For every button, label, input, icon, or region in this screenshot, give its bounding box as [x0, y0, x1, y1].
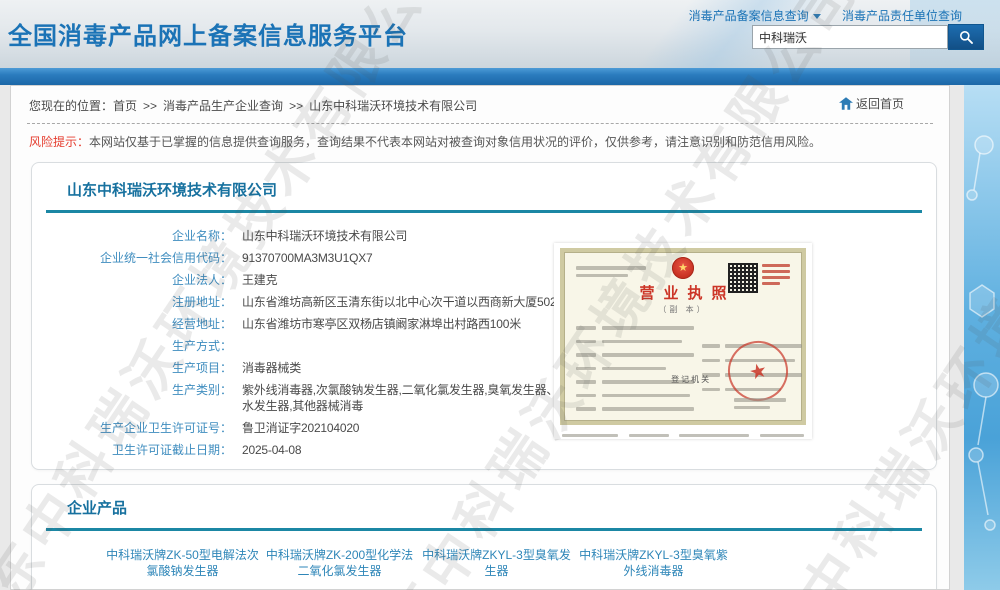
content-wrapper: 您现在的位置：首页 >> 消毒产品生产企业查询 >> 山东中科瑞沃环境技术有限公司 返回… [10, 85, 950, 590]
field-row-license-expiry: 卫生许可证截止日期：2025-04-08 [32, 442, 936, 458]
section-title-underline [46, 528, 922, 531]
license-text-line [576, 266, 646, 281]
license-certificate: ★ 营业执照 （副 本） [560, 248, 806, 425]
breadcrumb-link-home[interactable]: 首页 [113, 99, 137, 113]
license-red-text-lines [762, 264, 790, 288]
product-link[interactable]: 中科瑞沃牌ZKYL-3型臭氧紫外线消毒器 [575, 547, 732, 579]
search-input[interactable] [752, 25, 948, 49]
breadcrumb-prefix: 您现在的位置： [29, 99, 113, 113]
license-footer-lines [562, 434, 804, 437]
chevron-down-icon [813, 14, 821, 19]
risk-notice-label: 风险提示： [29, 135, 89, 149]
breadcrumb-current: 山东中科瑞沃环境技术有限公司 [309, 99, 477, 113]
products-list: 中科瑞沃牌ZK-50型电解法次氯酸钠发生器 中科瑞沃牌ZK-200型化学法二氧化… [32, 547, 936, 579]
page: 全国消毒产品网上备案信息服务平台 消毒产品备案信息查询 消毒产品责任单位查询 您… [0, 0, 1000, 590]
header-divider-bar [0, 68, 1000, 85]
risk-notice: 风险提示：本网站仅基于已掌握的信息提供查询服务，查询结果不代表本网站对被查询对象… [11, 124, 949, 160]
qr-code-icon [728, 263, 758, 293]
section-title-underline [46, 210, 922, 213]
page-title: 全国消毒产品网上备案信息服务平台 [8, 16, 408, 51]
license-subtitle: （副 本） [564, 304, 802, 315]
field-row-company-name: 企业名称：山东中科瑞沃环境技术有限公司 [32, 228, 936, 244]
site-header: 全国消毒产品网上备案信息服务平台 消毒产品备案信息查询 消毒产品责任单位查询 [0, 0, 1000, 68]
risk-notice-text: 本网站仅基于已掌握的信息提供查询服务，查询结果不代表本网站对被查询对象信用状况的… [89, 135, 821, 149]
breadcrumb: 您现在的位置：首页 >> 消毒产品生产企业查询 >> 山东中科瑞沃环境技术有限公司 返回… [11, 86, 949, 123]
home-icon [839, 97, 853, 110]
nav-link-responsible-unit-query[interactable]: 消毒产品责任单位查询 [842, 9, 962, 23]
national-emblem-icon: ★ [672, 257, 694, 279]
search-button[interactable] [948, 24, 984, 50]
license-date-lines [734, 398, 786, 413]
nav-link-label: 消毒产品备案信息查询 [689, 9, 809, 23]
products-section-title: 企业产品 [67, 497, 936, 518]
breadcrumb-separator: >> [143, 99, 157, 113]
back-home-link[interactable]: 返回首页 [839, 95, 904, 112]
decorative-side-strip [964, 85, 1000, 590]
company-info-panel: 山东中科瑞沃环境技术有限公司 企业名称：山东中科瑞沃环境技术有限公司 企业统一社… [31, 162, 937, 470]
breadcrumb-separator: >> [289, 99, 303, 113]
product-link[interactable]: 中科瑞沃牌ZK-200型化学法二氧化氯发生器 [261, 547, 418, 579]
breadcrumb-link-company-query[interactable]: 消毒产品生产企业查询 [163, 99, 283, 113]
back-home-label: 返回首页 [856, 95, 904, 112]
nav-link-filing-info-query[interactable]: 消毒产品备案信息查询 [689, 9, 821, 23]
products-panel: 企业产品 中科瑞沃牌ZK-50型电解法次氯酸钠发生器 中科瑞沃牌ZK-200型化… [31, 484, 937, 590]
company-section-title: 山东中科瑞沃环境技术有限公司 [67, 179, 936, 200]
search-bar [752, 24, 984, 50]
product-link[interactable]: 中科瑞沃牌ZK-50型电解法次氯酸钠发生器 [104, 547, 261, 579]
business-license-image: ★ 营业执照 （副 本） [554, 243, 812, 439]
molecule-decoration-icon [964, 85, 1000, 590]
license-issuer-label: 登记机关 [671, 374, 711, 385]
nav-link-label: 消毒产品责任单位查询 [842, 9, 962, 23]
product-link[interactable]: 中科瑞沃牌ZKYL-3型臭氧发生器 [418, 547, 575, 579]
search-icon [958, 29, 974, 45]
top-nav: 消毒产品备案信息查询 消毒产品责任单位查询 [671, 7, 962, 24]
